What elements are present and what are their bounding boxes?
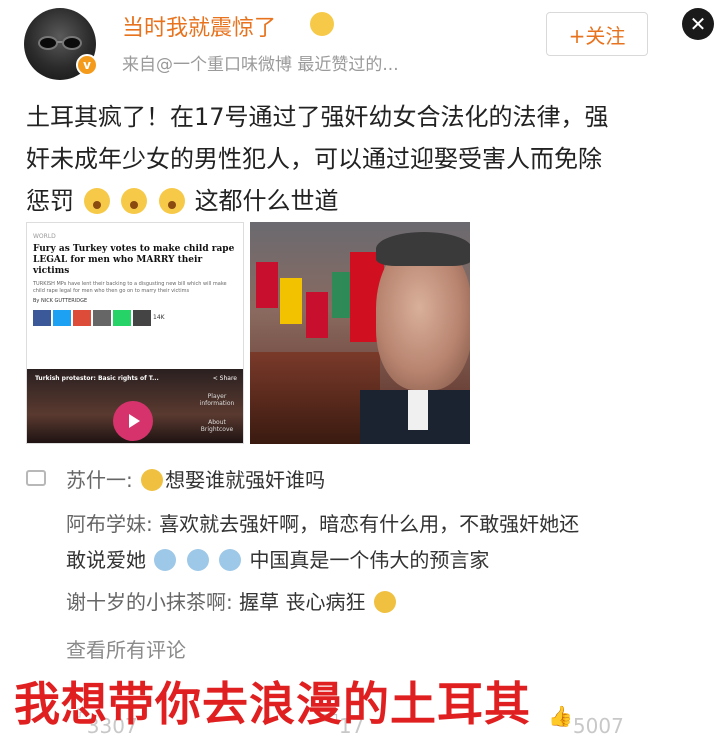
verified-badge-icon: v [76, 54, 98, 76]
embedded-video: Turkish protestor: Basic rights of T... … [27, 369, 243, 443]
comment-text: 中国真是一个伟大的预言家 [249, 548, 490, 572]
article-byline: By NICK GUTTERIDGE [33, 298, 88, 304]
share-count: 14K [153, 314, 165, 321]
close-icon[interactable]: ✕ [682, 8, 714, 40]
post-line-2: 奸未成年少女的男性犯人，可以通过迎娶受害人而免除 [26, 145, 602, 173]
flag-shape [306, 292, 328, 338]
collar-shape [408, 390, 428, 430]
comment-item: 阿布学妹: 喜欢就去强奸啊，暗恋有什么用，不敢强奸她还 [66, 506, 579, 542]
hair-shape [376, 232, 470, 266]
tears-emoji-icon [186, 549, 209, 571]
share-icon [133, 310, 151, 326]
flag-shape [280, 278, 302, 324]
flag-shape [256, 262, 278, 308]
comment-item: 谢十岁的小抹茶啊: 握草 丧心病狂 [66, 584, 398, 620]
shocked-emoji-icon [158, 188, 185, 214]
post-line-3: 惩罚 这都什么世道 [26, 180, 698, 222]
post-header: v 当时我就震惊了 来自@一个重口味微博 最近赞过的... +关注 ✕ [0, 0, 720, 90]
email-icon [93, 310, 111, 326]
comment-icon [26, 470, 46, 486]
player-information: Player information [199, 393, 235, 407]
comment-text: 敢说爱她 [66, 548, 146, 572]
sunglasses-left [38, 36, 58, 50]
video-title: Turkish protestor: Basic rights of T... [35, 375, 159, 382]
whatsapp-icon [113, 310, 131, 326]
comment-item-continued: 敢说爱她 中国真是一个伟大的预言家 [66, 542, 489, 578]
see-all-comments-link[interactable]: 查看所有评论 [66, 634, 186, 663]
about-brightcove: About Brightcove [200, 419, 234, 433]
protest-photo-image[interactable] [250, 222, 470, 444]
twitter-icon [53, 310, 71, 326]
tears-emoji-icon [154, 549, 177, 571]
like-button[interactable]: 👍 5007 [548, 704, 624, 738]
doge-emoji-icon [141, 469, 164, 491]
article-section: WORLD [33, 233, 56, 240]
comment-item: 苏什一: 想娶谁就强奸谁吗 [66, 462, 325, 498]
tears-emoji-icon [219, 549, 242, 571]
follow-button[interactable]: +关注 [546, 12, 648, 56]
username-emoji-icon [310, 12, 334, 36]
article-screenshot-image[interactable]: WORLD Fury as Turkey votes to make child… [26, 222, 244, 444]
facebook-icon [33, 310, 51, 326]
shocked-emoji-icon [121, 188, 148, 214]
overlay-caption: 我想带你去浪漫的土耳其 [14, 677, 531, 731]
comment-text: 握草 丧心病狂 [239, 590, 366, 614]
post-line-3-end: 这都什么世道 [194, 187, 339, 215]
share-buttons: 14K [27, 304, 243, 326]
like-count: 5007 [572, 714, 624, 738]
comment-author[interactable]: 苏什一: [66, 468, 133, 492]
shocked-emoji-icon [83, 188, 110, 214]
play-icon [113, 401, 153, 441]
post-line-3-start: 惩罚 [26, 187, 74, 215]
comment-text: 喜欢就去强奸啊，暗恋有什么用，不敢强奸她还 [159, 512, 580, 536]
sunglasses-right [62, 36, 82, 50]
post-line-1: 土耳其疯了！在17号通过了强奸幼女合法化的法律，强 [26, 103, 609, 131]
crazy-emoji-icon [373, 591, 396, 613]
comment-author[interactable]: 谢十岁的小抹茶啊: [66, 590, 233, 614]
source-line[interactable]: 来自@一个重口味微博 最近赞过的... [122, 50, 399, 75]
video-share: < Share [212, 375, 237, 382]
article-headline: Fury as Turkey votes to make child rape … [33, 244, 235, 276]
post-body: 土耳其疯了！在17号通过了强奸幼女合法化的法律，强 奸未成年少女的男性犯人，可以… [26, 96, 698, 222]
article-lede: TURKISH MPs have lent their backing to a… [33, 281, 227, 294]
google-plus-icon [73, 310, 91, 326]
username[interactable]: 当时我就震惊了 [122, 10, 276, 42]
comment-text: 想娶谁就强奸谁吗 [165, 468, 326, 492]
comment-author[interactable]: 阿布学妹: [66, 512, 153, 536]
